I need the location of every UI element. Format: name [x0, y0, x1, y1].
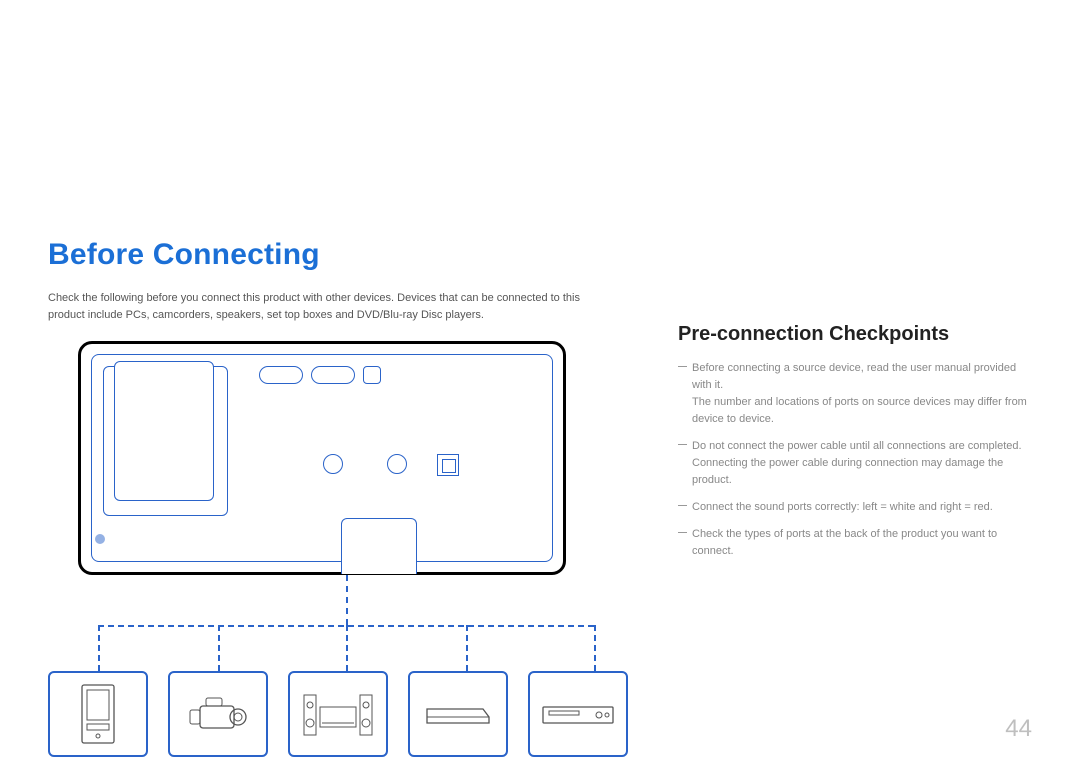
- checkpoint-subtext: The number and locations of ports on sou…: [692, 394, 1032, 428]
- intro-text: Check the following before you connect t…: [48, 290, 608, 323]
- checkpoint-text: Before connecting a source device, read …: [692, 362, 1016, 391]
- manual-page: Before Connecting Check the following be…: [0, 0, 1080, 763]
- port-slot-a: [259, 366, 303, 384]
- device-set-top-box: [408, 671, 508, 757]
- disc-player-icon: [541, 701, 615, 727]
- port-jack-a: [323, 454, 343, 474]
- port-group-left: [103, 366, 228, 516]
- checkpoint-subtext: Connecting the power cable during connec…: [692, 455, 1032, 489]
- checkpoint-item: Do not connect the power cable until all…: [678, 438, 1032, 489]
- two-column-layout: Pre-connection Checkpoints Before connec…: [48, 341, 1032, 757]
- checkpoints-list: Before connecting a source device, read …: [678, 360, 1032, 560]
- connector-trunk: [346, 575, 348, 625]
- speakers-icon: [302, 689, 374, 739]
- diagram-column: [48, 341, 638, 757]
- port-slot-c: [363, 366, 381, 384]
- connector-5: [594, 625, 596, 671]
- device-disc-player: [528, 671, 628, 757]
- connector-1: [98, 625, 100, 671]
- indicator-dot: [95, 534, 105, 544]
- device-speakers: [288, 671, 388, 757]
- port-slot-b: [311, 366, 355, 384]
- connector-3: [346, 625, 348, 671]
- checkpoint-item: Connect the sound ports correctly: left …: [678, 499, 1032, 516]
- checkpoint-text: Connect the sound ports correctly: left …: [692, 501, 993, 513]
- checkpoints-column: Pre-connection Checkpoints Before connec…: [678, 323, 1032, 570]
- device-camcorder: [168, 671, 268, 757]
- checkpoint-text: Do not connect the power cable until all…: [692, 440, 1022, 452]
- port-card: [114, 361, 214, 501]
- connector-4: [466, 625, 468, 671]
- page-number: 44: [1005, 715, 1032, 743]
- product-rear-diagram: [78, 341, 566, 575]
- checkpoint-text: Check the types of ports at the back of …: [692, 528, 997, 557]
- checkpoint-item: Before connecting a source device, read …: [678, 360, 1032, 428]
- set-top-box-icon: [423, 699, 493, 729]
- camcorder-icon: [186, 692, 250, 736]
- panel-notch: [341, 518, 417, 574]
- checkpoint-item: Check the types of ports at the back of …: [678, 526, 1032, 560]
- device-pc-tower: [48, 671, 148, 757]
- checkpoints-heading: Pre-connection Checkpoints: [678, 323, 1032, 346]
- port-usb: [437, 454, 459, 476]
- pc-tower-icon: [81, 684, 115, 744]
- device-row: [48, 671, 638, 757]
- connector-2: [218, 625, 220, 671]
- port-jack-b: [387, 454, 407, 474]
- section-title: Before Connecting: [48, 238, 1032, 272]
